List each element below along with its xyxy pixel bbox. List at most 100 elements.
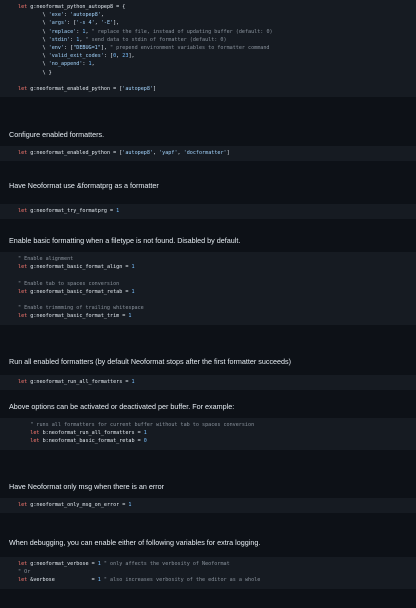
code-block: let g:neoformat_only_msg_on_error = 1 xyxy=(0,498,416,514)
code-token: b:neoformat_basic_format_retab = xyxy=(42,438,144,445)
code-line: let g:neoformat_basic_format_retab = 1 xyxy=(18,288,408,296)
code-token: \ xyxy=(18,61,49,68)
code-token: g:neoformat_run_all_formatters = xyxy=(30,379,132,385)
code-block: let g:neoformat_enabled_python = ['autop… xyxy=(0,146,416,162)
code-line: " Enable tab to spaces conversion xyxy=(18,280,408,288)
code-token: 1 xyxy=(116,208,120,214)
code-token: " only affects the verbosity of Neoforma… xyxy=(103,561,230,567)
code-token: \ xyxy=(18,53,49,60)
code-token: 'docformatter' xyxy=(183,150,227,156)
code-token: ], xyxy=(113,20,120,27)
code-token: : [ xyxy=(67,20,77,27)
code-line: let g:neoformat_enabled_python = ['autop… xyxy=(18,149,408,157)
paragraph: Configure enabled formatters. xyxy=(9,130,105,139)
code-token: let xyxy=(18,379,31,385)
code-token: &verbose = xyxy=(30,577,98,584)
code-token: 'exe' xyxy=(48,12,65,19)
code-token: 1 xyxy=(131,379,135,385)
code-token: " prepend environment variables to forma… xyxy=(110,45,270,52)
code-token: \ xyxy=(18,20,49,27)
code-token: 'no_append' xyxy=(48,61,83,68)
code-line: let g:neoformat_basic_format_align = 1 xyxy=(18,263,408,271)
code-token: : [ xyxy=(103,53,114,60)
code-token: let xyxy=(18,4,31,10)
code-token: g:neoformat_verbose = xyxy=(30,561,98,567)
code-line: \ 'no_append': 1, xyxy=(18,60,408,68)
code-token: g:neoformat_basic_format_trim = xyxy=(30,313,129,320)
code-token: let xyxy=(18,150,31,156)
code-token: let xyxy=(30,430,43,437)
code-line: \ 'exe': 'autopep8', xyxy=(18,11,408,19)
code-token: g:neoformat_enabled_python = [ xyxy=(30,150,123,156)
paragraph: Have Neoformat use &formatprg as a forma… xyxy=(9,181,159,190)
code-token: b:neoformat_run_all_formatters = xyxy=(42,430,144,437)
code-token: 'autopep8' xyxy=(70,12,101,19)
code-token: , xyxy=(100,12,104,19)
code-line: \ 'valid_exit_codes': [0, 23], xyxy=(18,52,408,60)
code-token: 'autopep8' xyxy=(122,150,153,156)
code-token: " Enable trimmming of trailing whitespac… xyxy=(18,305,144,312)
code-token: '-E' xyxy=(100,20,114,27)
code-line: " Or xyxy=(18,568,408,576)
paragraph: Above options can be activated or deacti… xyxy=(9,402,235,411)
code-line: let g:neoformat_run_all_formatters = 1 xyxy=(18,378,408,386)
code-line: " Enable alignment xyxy=(18,255,408,263)
code-token: 'stdin' xyxy=(48,36,71,43)
code-token: 1 xyxy=(131,264,135,271)
code-token: "DEBUG=1" xyxy=(73,45,101,52)
code-token: 0 xyxy=(143,438,147,445)
code-token: ], xyxy=(100,45,111,52)
code-token: " Enable alignment xyxy=(18,256,74,262)
code-token: \ xyxy=(18,28,49,35)
code-token: g:neoformat_python_autopep8 = { xyxy=(30,4,126,10)
code-block: " runs all formatters for current buffer… xyxy=(0,418,416,450)
code-token: " also increases verbosity of the editor… xyxy=(103,577,261,584)
code-line: let g:neoformat_basic_format_trim = 1 xyxy=(18,312,408,320)
code-token: ] xyxy=(152,86,157,93)
code-token: let xyxy=(18,264,31,271)
code-token: 'replace' xyxy=(48,28,77,35)
code-token: let xyxy=(18,561,31,567)
code-block: let g:neoformat_run_all_formatters = 1 xyxy=(0,375,416,391)
paragraph: Enable basic formatting when a filetype … xyxy=(9,236,241,245)
code-line: \ } xyxy=(18,69,408,77)
code-token: g:neoformat_only_msg_on_error = xyxy=(30,502,129,508)
code-line: let &verbose = 1 " also increases verbos… xyxy=(18,576,408,584)
code-line: " runs all formatters for current buffer… xyxy=(18,421,408,429)
code-line: " Enable trimmming of trailing whitespac… xyxy=(18,304,408,312)
code-token: " Enable tab to spaces conversion xyxy=(18,280,120,287)
code-token: 1 xyxy=(143,430,147,437)
code-block: let g:neoformat_verbose = 1 " only affec… xyxy=(0,557,416,589)
code-token: '-s 4' xyxy=(76,20,95,27)
code-token: : [ xyxy=(64,45,74,52)
code-token: \ xyxy=(18,36,49,43)
code-token: 'yapf' xyxy=(159,150,178,156)
code-line: \ 'args': ['-s 4', '-E'], xyxy=(18,19,408,27)
paragraph: Run all enabled formatters (by default N… xyxy=(9,357,292,366)
code-line: let g:neoformat_only_msg_on_error = 1 xyxy=(18,501,408,509)
code-token: 'env' xyxy=(48,45,65,52)
code-token: \ xyxy=(18,45,49,52)
code-line: let g:neoformat_python_autopep8 = { xyxy=(18,3,408,11)
code-token: g:neoformat_basic_format_align = xyxy=(30,264,132,271)
code-token: 1 xyxy=(131,288,135,295)
code-token: g:neoformat_enabled_python = [ xyxy=(30,86,123,93)
code-token: 'args' xyxy=(48,20,68,27)
code-token: g:neoformat_basic_format_retab = xyxy=(30,288,132,295)
code-token: ], xyxy=(128,53,135,60)
code-line: \ 'env': ["DEBUG=1"], " prepend environm… xyxy=(18,44,408,52)
code-line: \ 'stdin': 1, " send data to stdin of fo… xyxy=(18,36,408,44)
code-token: let xyxy=(18,86,31,93)
code-token: " Or xyxy=(18,569,31,576)
code-token: let xyxy=(18,313,31,320)
code-block: let g:neoformat_python_autopep8 = { \ 'e… xyxy=(0,0,416,98)
code-block: " Enable alignment let g:neoformat_basic_… xyxy=(0,252,416,325)
code-token: 'autopep8' xyxy=(122,86,153,93)
code-line: let b:neoformat_basic_format_retab = 0 xyxy=(18,437,408,445)
code-token: let xyxy=(18,502,31,508)
code-token: 1 xyxy=(128,313,132,320)
